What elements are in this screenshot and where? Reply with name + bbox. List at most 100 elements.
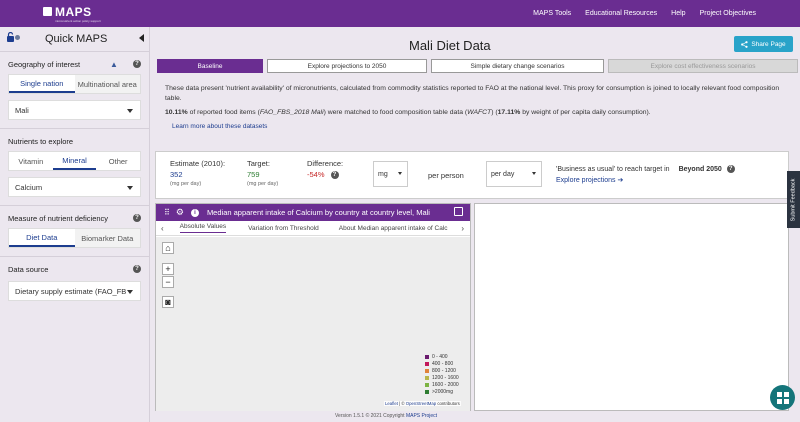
match-pct-items: 10.11% [165,109,188,116]
tab-multinational-area[interactable]: Multinational area [74,75,140,93]
datasource-label: Data source [8,264,49,274]
scenario-tabs: Baseline Explore projections to 2050 Sim… [157,59,798,73]
share-page-button[interactable]: Share Page [734,36,793,52]
match-source-fao: FAO_FBS_2018 Mali [259,109,324,116]
tab-mineral[interactable]: Mineral [52,152,97,170]
nutrient-select[interactable]: Calcium [8,177,141,197]
zoom-out-button[interactable]: − [162,276,174,288]
legend-label: 800 - 1200 [432,367,456,374]
unit-select-value: mg [378,170,388,178]
quick-maps-sidebar: Quick MAPS Geography of interest ▲ ? Sin… [0,27,150,422]
map-canvas[interactable]: ⌂ + − ◙ 0 - 400 400 - 800 800 - 1200 1200 -… [156,237,470,411]
measure-help-icon[interactable]: ? [133,214,141,222]
bau-help-icon[interactable]: ? [726,165,735,173]
tab-projections-2050[interactable]: Explore projections to 2050 [267,59,427,73]
legend-swatch [425,389,429,394]
tab-dietary-change[interactable]: Simple dietary change scenarios [431,59,604,73]
nutrient-tabs: Vitamin Mineral Other [8,151,141,171]
nav-maps-tools[interactable]: MAPS Tools [533,10,571,17]
chevron-down-icon [532,172,536,175]
legend-swatch [425,382,429,387]
difference-label: Difference: [307,159,344,168]
difference-block: Difference: -54% ? [307,159,343,179]
map-icon[interactable]: ▲ [110,60,119,69]
map-header: ⠿ ⚙ i Median apparent intake of Calcium … [156,204,470,221]
attribution-text: contributors [436,401,460,406]
gear-icon[interactable]: ⚙ [176,207,184,218]
measure-section: Measure of nutrient deficiency ? Diet Da… [0,205,149,252]
zoom-in-button[interactable]: + [162,263,174,275]
target-value: 759 [247,170,260,179]
leaflet-link[interactable]: Leaflet [385,401,398,406]
bau-text: 'Business as usual' to reach target in [556,165,670,173]
attribution-separator: | © [397,401,406,406]
datasource-select[interactable]: Dietary supply estimate (FAO_FB [8,281,141,301]
map-panel: ⠿ ⚙ i Median apparent intake of Calcium … [155,203,471,411]
unit-select[interactable]: mg [373,161,408,187]
difference-help-icon[interactable]: ? [330,170,339,179]
tab-about-intake[interactable]: About Median apparent intake of Calc [339,225,448,232]
nav-educational-resources[interactable]: Educational Resources [585,10,657,17]
explore-projections-link[interactable]: Explore projections ➔ [556,176,735,184]
maps-logo[interactable]: MAPS micronutrient action policy support [43,5,101,23]
collapse-sidebar-icon[interactable] [139,34,145,42]
chevron-left-icon[interactable]: ‹ [161,224,164,233]
legend-swatch [425,361,429,366]
tab-single-nation[interactable]: Single nation [9,75,75,93]
datasource-section: Data source ? Dietary supply estimate (F… [0,256,149,305]
share-icon [741,40,748,48]
lock-toggle-icon[interactable] [7,32,20,42]
legend-item: >2000mg [425,388,459,395]
info-icon[interactable]: i [190,208,199,217]
nutrients-label: Nutrients to explore [8,136,74,146]
target-label: Target: [247,159,270,168]
legend-item: 1200 - 1600 [425,374,459,381]
tab-vitamin[interactable]: Vitamin [9,152,53,170]
geography-help-icon[interactable]: ? [133,60,141,68]
home-icon[interactable]: ⌂ [162,242,174,254]
tab-biomarker-data[interactable]: Biomarker Data [74,229,140,247]
country-select[interactable]: Mali [8,100,141,120]
expand-icon[interactable] [454,207,463,216]
chat-fab-button[interactable] [770,385,795,410]
match-text: of reported food items ( [187,109,260,116]
datasource-select-value: Dietary supply estimate (FAO_FB [15,286,127,296]
legend-item: 0 - 400 [425,353,459,360]
tab-diet-data[interactable]: Diet Data [9,229,75,247]
submit-feedback-button[interactable]: Submit Feedback [787,171,800,228]
chevron-down-icon [127,186,133,190]
period-select-value: per day [491,170,515,178]
learn-more-link[interactable]: Learn more about these datasets [172,123,267,130]
footer-maps-link[interactable]: MAPS Project [406,413,437,419]
drag-handle-icon[interactable]: ⠿ [164,208,170,217]
match-text: by weight of per capita daily consumptio… [520,109,651,116]
tab-absolute-values[interactable]: Absolute Values [179,223,227,233]
datasource-help-icon[interactable]: ? [133,265,141,273]
chevron-down-icon [398,172,402,175]
main-content: Mali Diet Data Share Page Baseline Explo… [155,27,800,422]
map-title: Median apparent intake of Calcium by cou… [206,208,430,217]
map-tabs: ‹ Absolute Values Variation from Thresho… [156,221,470,236]
tab-baseline[interactable]: Baseline [157,59,263,73]
period-select[interactable]: per day [486,161,542,187]
legend-item: 800 - 1200 [425,367,459,374]
nutrients-section: Nutrients to explore Vitamin Mineral Oth… [0,128,149,201]
camera-icon[interactable]: ◙ [162,296,174,308]
chevron-right-icon[interactable]: › [461,224,464,233]
grid-icon [776,391,789,404]
legend-label: >2000mg [432,388,453,395]
tab-other[interactable]: Other [96,152,141,170]
match-pct-weight: 17.11% [497,109,521,116]
data-description: These data present 'nutrient availabilit… [165,85,780,102]
nav-help[interactable]: Help [671,10,685,17]
footer-version: Version 1.5.1 © 2021 Copyright [335,413,406,419]
sidebar-title: Quick MAPS [45,33,108,45]
bau-value: Beyond 2050 [678,165,722,173]
tab-variation-threshold[interactable]: Variation from Threshold [248,225,319,232]
osm-link[interactable]: OpenStreetMap [406,401,436,406]
measure-label: Measure of nutrient deficiency [8,213,109,223]
chevron-down-icon [127,290,133,294]
submit-feedback-label: Submit Feedback [790,178,797,221]
nav-project-objectives[interactable]: Project Objectives [700,10,756,17]
logo-mark-icon [43,7,52,16]
